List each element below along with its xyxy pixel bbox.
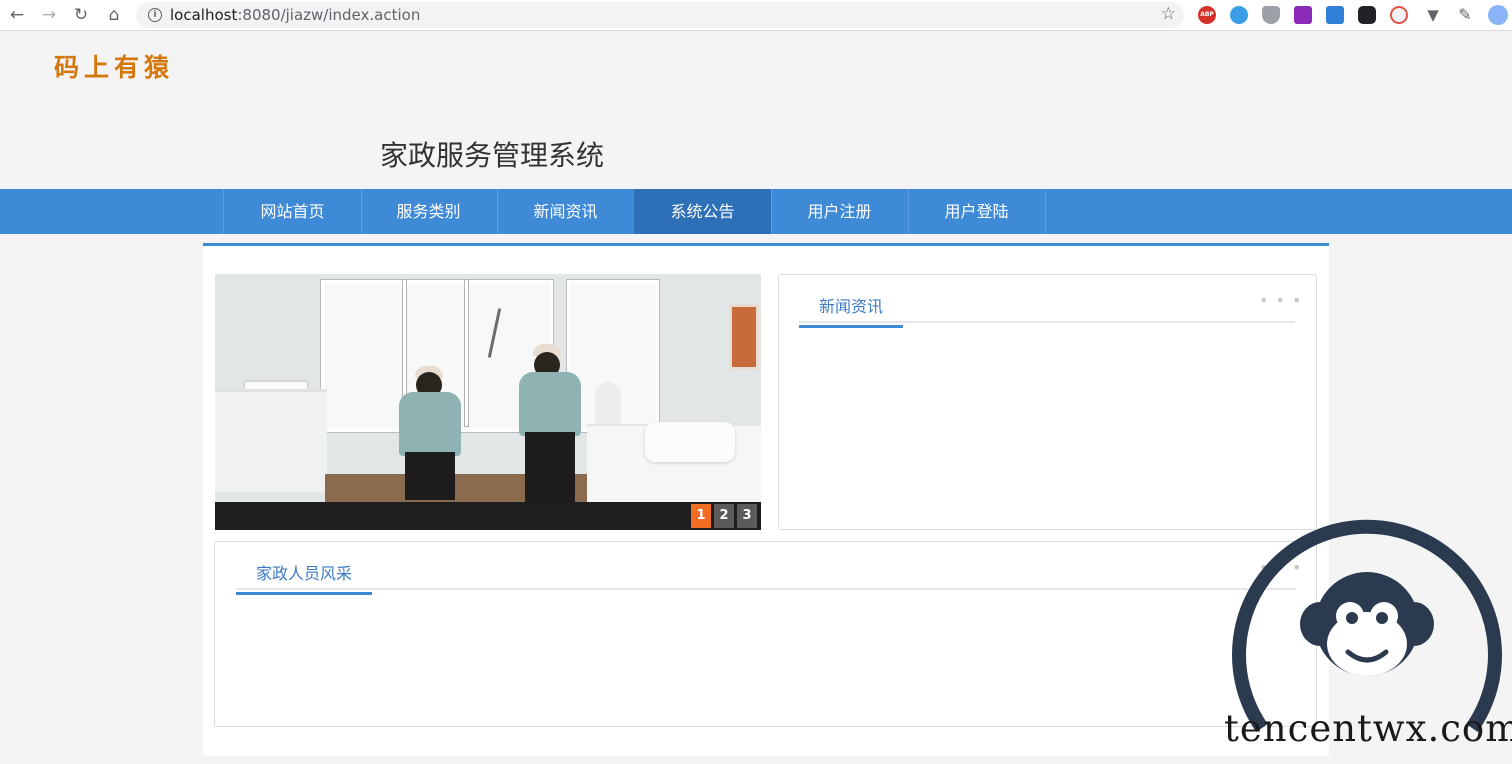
site-title: 家政服务管理系统 [380, 139, 605, 172]
url-text[interactable]: localhost:8080/jiazw/index.action [170, 6, 420, 24]
extension-icon-7[interactable] [1390, 6, 1408, 24]
image-carousel[interactable]: 1 2 3 [215, 274, 761, 530]
browser-toolbar: ← → ↻ ⌂ i localhost:8080/jiazw/index.act… [0, 0, 1512, 31]
carousel-pager: 1 2 3 [215, 502, 761, 530]
slide-indicator-2[interactable]: 2 [714, 504, 734, 528]
star-icon[interactable]: ☆ [1161, 4, 1176, 24]
nav-item-register[interactable]: 用户注册 [771, 189, 909, 234]
nav-item-announcements[interactable]: 系统公告 [634, 189, 772, 234]
slide-indicator-1[interactable]: 1 [691, 504, 711, 528]
extensions-icon[interactable]: ✎ [1456, 6, 1474, 24]
watermark-text: tencentwx.com [1224, 707, 1512, 750]
reload-icon[interactable]: ↻ [70, 4, 92, 26]
nav-item-login[interactable]: 用户登陆 [908, 189, 1046, 234]
wall-picture [729, 304, 759, 370]
box-divider [236, 588, 1296, 590]
back-icon[interactable]: ← [6, 4, 28, 26]
window-frame [465, 280, 468, 426]
vue-extension-icon[interactable]: ▼ [1424, 6, 1442, 24]
info-icon[interactable]: i [148, 8, 162, 22]
address-bar[interactable]: i localhost:8080/jiazw/index.action ☆ [136, 2, 1184, 28]
pillow [645, 422, 735, 462]
news-box-title[interactable]: 新闻资讯 [799, 293, 904, 328]
content-panel: 1 2 3 新闻资讯 • • • 家政人员风采 • • • [203, 243, 1329, 756]
adblock-extension-icon[interactable]: ABP [1198, 6, 1216, 24]
forward-icon[interactable]: → [38, 4, 60, 26]
nav-item-news[interactable]: 新闻资讯 [497, 189, 635, 234]
staff-showcase-box: 家政人员风采 • • • [214, 541, 1317, 727]
staff-box-title[interactable]: 家政人员风采 [236, 560, 373, 595]
slide-photo [215, 274, 761, 504]
slide-indicator-3[interactable]: 3 [737, 504, 757, 528]
nav-item-service-categories[interactable]: 服务类别 [360, 189, 498, 234]
extension-icon-5[interactable] [1326, 6, 1344, 24]
sink-counter [215, 389, 327, 492]
extension-icon-4[interactable] [1294, 6, 1312, 24]
site-logo[interactable]: 码上有猿 [54, 48, 174, 84]
extension-icon-2[interactable] [1230, 6, 1248, 24]
profile-avatar[interactable] [1488, 5, 1508, 25]
extension-icon-6[interactable] [1358, 6, 1376, 24]
main-nav: 网站首页 服务类别 新闻资讯 系统公告 用户注册 用户登陆 [0, 189, 1512, 234]
shield-extension-icon[interactable] [1262, 6, 1280, 24]
home-icon[interactable]: ⌂ [103, 4, 125, 26]
nav-item-home[interactable]: 网站首页 [223, 189, 362, 234]
news-more-icon[interactable]: • • • [1259, 291, 1302, 310]
